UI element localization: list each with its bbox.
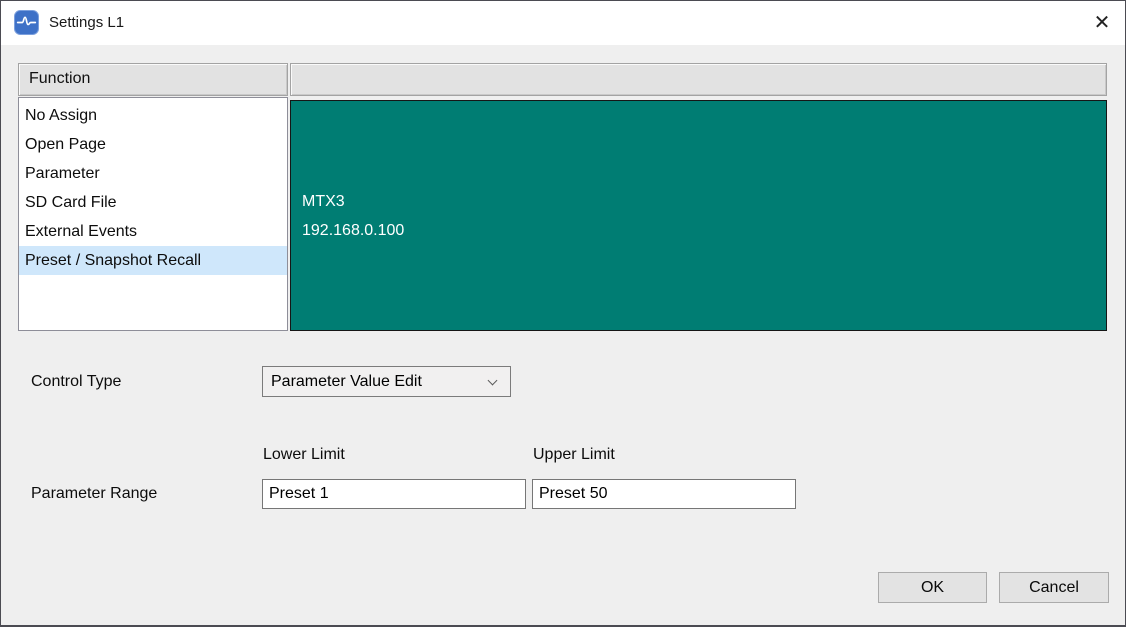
close-icon: ✕ bbox=[1094, 12, 1111, 34]
control-type-selected-value: Parameter Value Edit bbox=[271, 373, 422, 390]
function-list: No Assign Open Page Parameter SD Card Fi… bbox=[18, 97, 288, 331]
device-name: MTX3 bbox=[302, 187, 1106, 216]
close-button[interactable]: ✕ bbox=[1085, 6, 1119, 40]
cancel-button[interactable]: Cancel bbox=[999, 572, 1109, 603]
lower-limit-input[interactable] bbox=[262, 479, 526, 509]
control-type-select[interactable]: Parameter Value Edit bbox=[262, 366, 511, 397]
function-list-item-external-events[interactable]: External Events bbox=[19, 217, 287, 246]
control-type-label: Control Type bbox=[31, 366, 121, 397]
upper-limit-input[interactable] bbox=[532, 479, 796, 509]
settings-dialog: Settings L1 ✕ Function No Assign Open Pa… bbox=[0, 0, 1126, 627]
device-target-panel[interactable]: MTX3 192.168.0.100 bbox=[290, 100, 1107, 331]
window-title: Settings L1 bbox=[49, 1, 124, 45]
function-column-header: Function bbox=[18, 63, 288, 96]
function-list-item-open-page[interactable]: Open Page bbox=[19, 130, 287, 159]
device-ip-address: 192.168.0.100 bbox=[302, 216, 1106, 245]
upper-limit-label: Upper Limit bbox=[533, 446, 615, 464]
titlebar[interactable]: Settings L1 ✕ bbox=[1, 1, 1125, 45]
chevron-down-icon bbox=[488, 376, 498, 386]
app-waveform-icon bbox=[14, 10, 39, 35]
ok-button[interactable]: OK bbox=[878, 572, 987, 603]
function-list-item-parameter[interactable]: Parameter bbox=[19, 159, 287, 188]
parameter-range-label: Parameter Range bbox=[31, 479, 157, 509]
target-column-header bbox=[290, 63, 1107, 96]
function-list-item-preset-snapshot-recall[interactable]: Preset / Snapshot Recall bbox=[19, 246, 287, 275]
function-list-item-no-assign[interactable]: No Assign bbox=[19, 101, 287, 130]
function-list-item-sd-card-file[interactable]: SD Card File bbox=[19, 188, 287, 217]
lower-limit-label: Lower Limit bbox=[263, 446, 345, 464]
